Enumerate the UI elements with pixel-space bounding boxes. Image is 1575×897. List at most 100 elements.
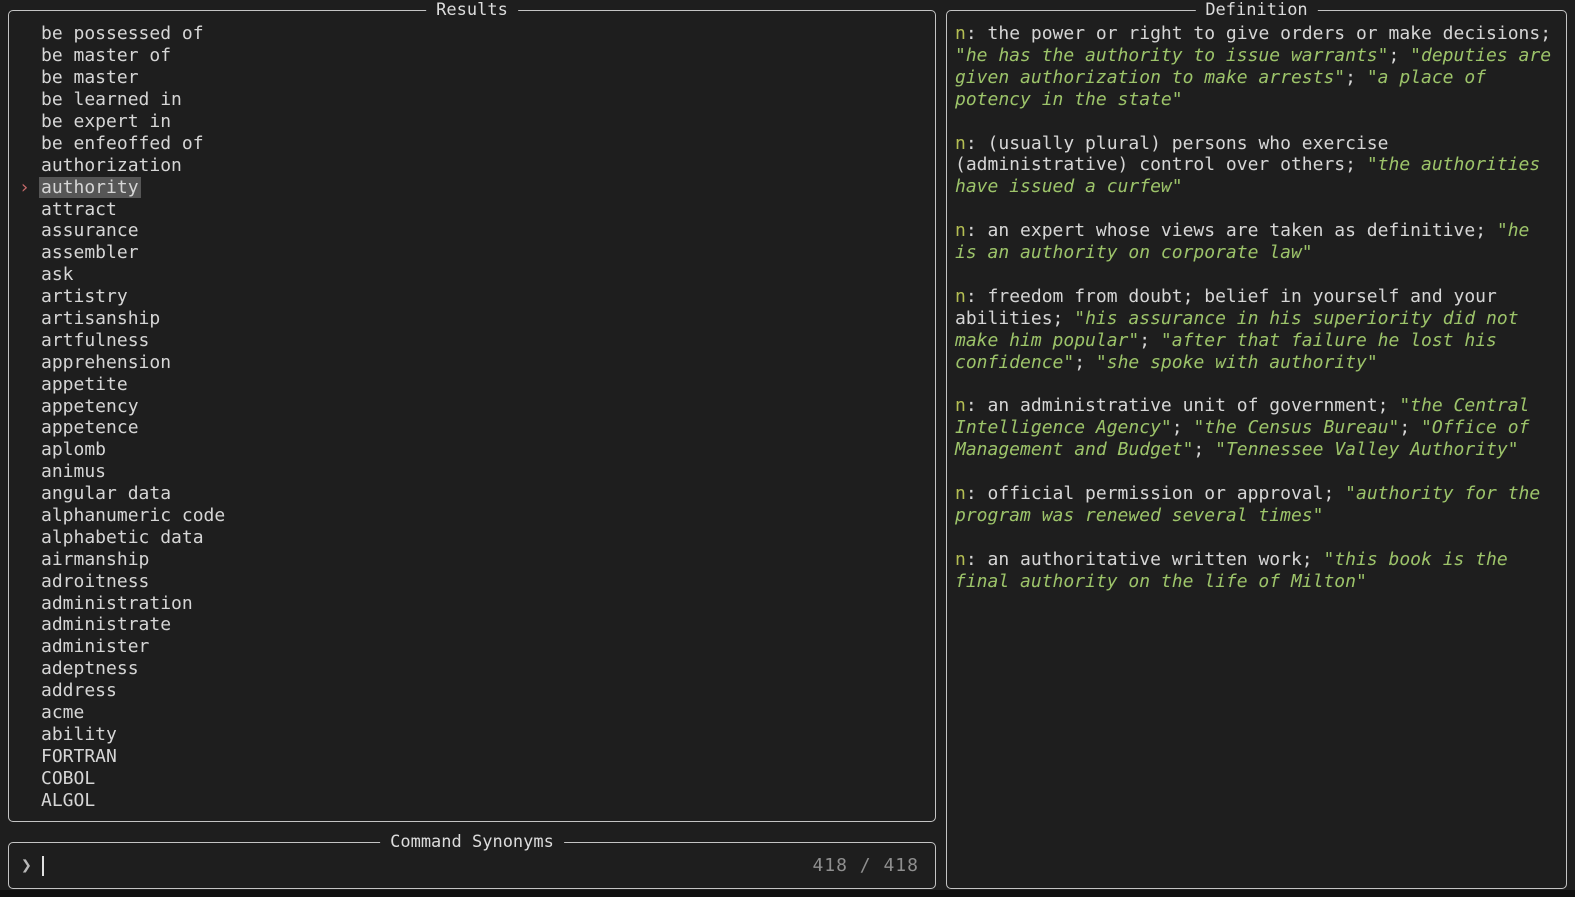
list-item-label: alphabetic data bbox=[41, 526, 204, 548]
list-item-label: administrate bbox=[41, 614, 172, 636]
pos-tag: n bbox=[955, 23, 966, 44]
pointer-icon bbox=[17, 790, 39, 811]
list-item-label: apprehension bbox=[41, 351, 172, 373]
list-item[interactable]: appetency bbox=[17, 395, 931, 417]
pointer-icon bbox=[17, 724, 39, 745]
results-list[interactable]: be possessed of be master of be master b… bbox=[9, 11, 935, 819]
list-item-label: alphanumeric code bbox=[41, 505, 226, 527]
list-item-label: adroitness bbox=[41, 570, 150, 592]
list-item-label: assurance bbox=[41, 220, 139, 242]
pointer-icon bbox=[17, 702, 39, 723]
list-item[interactable]: be possessed of bbox=[17, 23, 931, 45]
pointer-icon bbox=[17, 461, 39, 482]
definition-entry: n: (usually plural) persons who exercise… bbox=[955, 132, 1541, 198]
list-item[interactable]: appetite bbox=[17, 373, 931, 395]
pointer-icon bbox=[17, 111, 39, 132]
pointer-icon bbox=[17, 220, 39, 241]
pointer-icon bbox=[17, 264, 39, 285]
list-item[interactable]: assembler bbox=[17, 242, 931, 264]
list-item[interactable]: administrate bbox=[17, 614, 931, 636]
list-item[interactable]: › authority bbox=[17, 176, 931, 198]
pointer-icon bbox=[17, 658, 39, 679]
pointer-icon bbox=[17, 352, 39, 373]
list-item-label: acme bbox=[41, 702, 85, 724]
list-item[interactable]: angular data bbox=[17, 483, 931, 505]
list-item[interactable]: appetence bbox=[17, 417, 931, 439]
list-item[interactable]: attract bbox=[17, 198, 931, 220]
list-item-label: address bbox=[41, 680, 117, 702]
list-item-label: airmanship bbox=[41, 548, 150, 570]
list-item-label: ask bbox=[41, 264, 74, 286]
list-item-label: authorization bbox=[41, 154, 182, 176]
list-item-label: adeptness bbox=[41, 658, 139, 680]
command-panel: Command Synonyms ❯ 418 / 418 bbox=[8, 831, 936, 889]
text-cursor bbox=[41, 855, 44, 876]
pointer-icon bbox=[17, 614, 39, 635]
list-item[interactable]: be learned in bbox=[17, 89, 931, 111]
list-item[interactable]: aplomb bbox=[17, 439, 931, 461]
list-item[interactable]: be expert in bbox=[17, 111, 931, 133]
list-item[interactable]: ask bbox=[17, 264, 931, 286]
definition-entry: n: an administrative unit of government;… bbox=[955, 395, 1530, 461]
pointer-icon bbox=[17, 505, 39, 526]
list-item[interactable]: adroitness bbox=[17, 570, 931, 592]
list-item[interactable]: apprehension bbox=[17, 351, 931, 373]
list-item[interactable]: alphanumeric code bbox=[17, 505, 931, 527]
pointer-icon bbox=[17, 45, 39, 66]
pointer-icon bbox=[17, 593, 39, 614]
definition-panel-title: Definition bbox=[1195, 0, 1318, 21]
list-item[interactable]: assurance bbox=[17, 220, 931, 242]
list-item[interactable]: alphabetic data bbox=[17, 526, 931, 548]
list-item[interactable]: artisanship bbox=[17, 308, 931, 330]
list-item[interactable]: ability bbox=[17, 724, 931, 746]
list-item-label: animus bbox=[41, 461, 107, 483]
list-item-label: artfulness bbox=[41, 329, 150, 351]
list-item[interactable]: address bbox=[17, 680, 931, 702]
list-item[interactable]: acme bbox=[17, 702, 931, 724]
definition-entry: n: the power or right to give orders or … bbox=[955, 23, 1552, 110]
list-item[interactable]: ALGOL bbox=[17, 789, 931, 811]
list-item[interactable]: animus bbox=[17, 461, 931, 483]
list-item[interactable]: be master bbox=[17, 67, 931, 89]
pointer-icon bbox=[17, 89, 39, 110]
list-item-label: ability bbox=[41, 723, 117, 745]
example-quote: "this book is the final authority on the… bbox=[955, 548, 1508, 592]
example-quote: "authority for the program was renewed s… bbox=[955, 482, 1541, 526]
definition-panel: Definition n: the power or right to give… bbox=[946, 0, 1567, 889]
list-item[interactable]: COBOL bbox=[17, 767, 931, 789]
pointer-icon bbox=[17, 439, 39, 460]
list-item-label: be expert in bbox=[41, 111, 172, 132]
list-item[interactable]: artfulness bbox=[17, 329, 931, 351]
list-item-label: be master of bbox=[41, 45, 172, 67]
list-item-label: assembler bbox=[41, 242, 139, 264]
list-item[interactable]: airmanship bbox=[17, 548, 931, 570]
prompt-icon: ❯ bbox=[21, 855, 32, 876]
definition-entry: n: an authoritative written work; "this … bbox=[955, 548, 1508, 592]
pointer-icon bbox=[17, 680, 39, 701]
pointer-icon bbox=[17, 199, 39, 220]
list-item[interactable]: be master of bbox=[17, 45, 931, 67]
list-item[interactable]: administration bbox=[17, 592, 931, 614]
pointer-icon bbox=[17, 483, 39, 504]
command-panel-title: Command Synonyms bbox=[380, 831, 564, 853]
pointer-icon bbox=[17, 308, 39, 329]
list-item[interactable]: adeptness bbox=[17, 658, 931, 680]
list-item[interactable]: authorization bbox=[17, 154, 931, 176]
example-quote: "he is an authority on corporate law" bbox=[955, 220, 1530, 264]
pointer-icon bbox=[17, 746, 39, 767]
pointer-icon bbox=[17, 23, 39, 44]
pointer-icon bbox=[17, 155, 39, 176]
list-item[interactable]: be enfeoffed of bbox=[17, 132, 931, 154]
list-item-label: artisanship bbox=[41, 308, 161, 330]
bottom-strip bbox=[0, 890, 1575, 897]
pointer-icon bbox=[17, 330, 39, 351]
pointer-icon bbox=[17, 242, 39, 263]
list-item[interactable]: FORTRAN bbox=[17, 745, 931, 767]
list-item[interactable]: administer bbox=[17, 636, 931, 658]
example-quote: "Tennessee Valley Authority" bbox=[1215, 439, 1519, 461]
list-item[interactable]: artistry bbox=[17, 286, 931, 308]
list-item-label: FORTRAN bbox=[41, 745, 117, 767]
list-item-label: angular data bbox=[41, 483, 172, 505]
definition-entry: n: an expert whose views are taken as de… bbox=[955, 220, 1530, 264]
list-item-label: be enfeoffed of bbox=[41, 132, 204, 154]
